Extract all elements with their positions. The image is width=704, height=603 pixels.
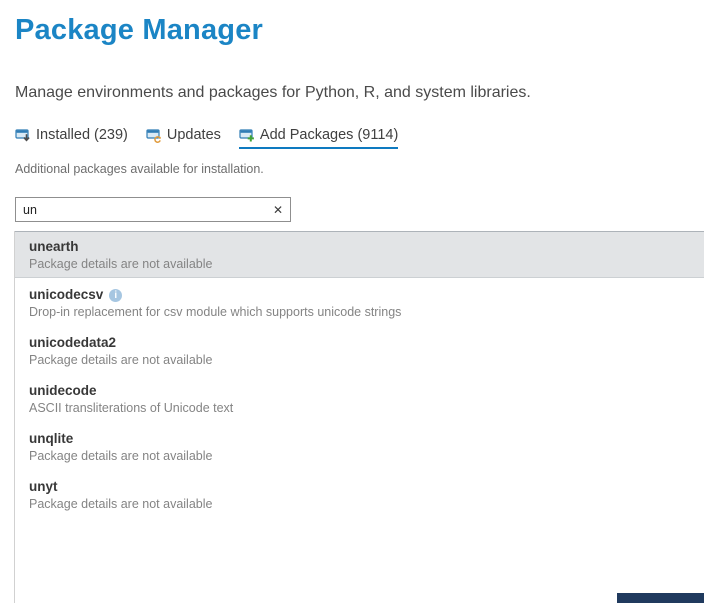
package-list: unearth Package details are not available… bbox=[14, 231, 704, 603]
installed-packages-icon bbox=[15, 127, 31, 143]
package-row[interactable]: unyt Package details are not available bbox=[15, 471, 704, 518]
package-name-line: unicodecsv i bbox=[29, 286, 692, 304]
package-manager-page: Package Manager Manage environments and … bbox=[0, 0, 704, 603]
updates-packages-icon bbox=[146, 127, 162, 143]
package-row[interactable]: unearth Package details are not available bbox=[15, 231, 704, 278]
info-icon[interactable]: i bbox=[109, 289, 123, 302]
package-name-line: unearth bbox=[29, 238, 692, 256]
package-row[interactable]: unidecode ASCII transliterations of Unico… bbox=[15, 375, 704, 422]
package-name: unicodedata2 bbox=[29, 335, 117, 350]
search-input[interactable] bbox=[16, 198, 290, 221]
tab-updates[interactable]: Updates bbox=[146, 127, 221, 149]
tab-bar: Installed (239) Updates Add Packages (91… bbox=[15, 127, 399, 149]
tab-updates-label: Updates bbox=[166, 127, 221, 143]
page-subtitle: Manage environments and packages for Pyt… bbox=[15, 84, 531, 101]
package-description: Package details are not available bbox=[29, 449, 213, 463]
add-packages-description: Additional packages available for instal… bbox=[15, 162, 264, 176]
package-name: unearth bbox=[29, 239, 79, 254]
package-name: unqlite bbox=[29, 431, 74, 446]
package-description: Drop-in replacement for csv module which… bbox=[29, 305, 402, 319]
clear-search-icon[interactable]: ✕ bbox=[273, 204, 283, 216]
package-name: unicodecsv bbox=[29, 287, 104, 302]
package-name-line: unyt bbox=[29, 478, 692, 496]
package-name: unidecode bbox=[29, 383, 97, 398]
package-name: unyt bbox=[29, 479, 58, 494]
package-description: Package details are not available bbox=[29, 353, 213, 367]
tab-add-packages[interactable]: Add Packages (9114) bbox=[238, 127, 399, 149]
package-row[interactable]: unqlite Package details are not available bbox=[15, 423, 704, 470]
search-box: ✕ bbox=[15, 197, 291, 222]
package-description: Package details are not available bbox=[29, 257, 213, 271]
background-window-edge bbox=[617, 593, 704, 603]
tab-installed-label: Installed (239) bbox=[36, 127, 128, 143]
add-packages-icon bbox=[239, 127, 255, 143]
package-name-line: unidecode bbox=[29, 382, 692, 400]
tab-add-packages-label: Add Packages (9114) bbox=[259, 127, 399, 143]
tab-installed[interactable]: Installed (239) bbox=[15, 127, 128, 149]
page-title: Package Manager bbox=[15, 14, 264, 46]
package-name-line: unicodedata2 bbox=[29, 334, 692, 352]
package-row[interactable]: unicodecsv i Drop-in replacement for csv m… bbox=[15, 279, 704, 326]
package-description: Package details are not available bbox=[29, 497, 213, 511]
package-description: ASCII transliterations of Unicode text bbox=[29, 401, 234, 415]
package-row[interactable]: unicodedata2 Package details are not avai… bbox=[15, 327, 704, 374]
package-name-line: unqlite bbox=[29, 430, 692, 448]
